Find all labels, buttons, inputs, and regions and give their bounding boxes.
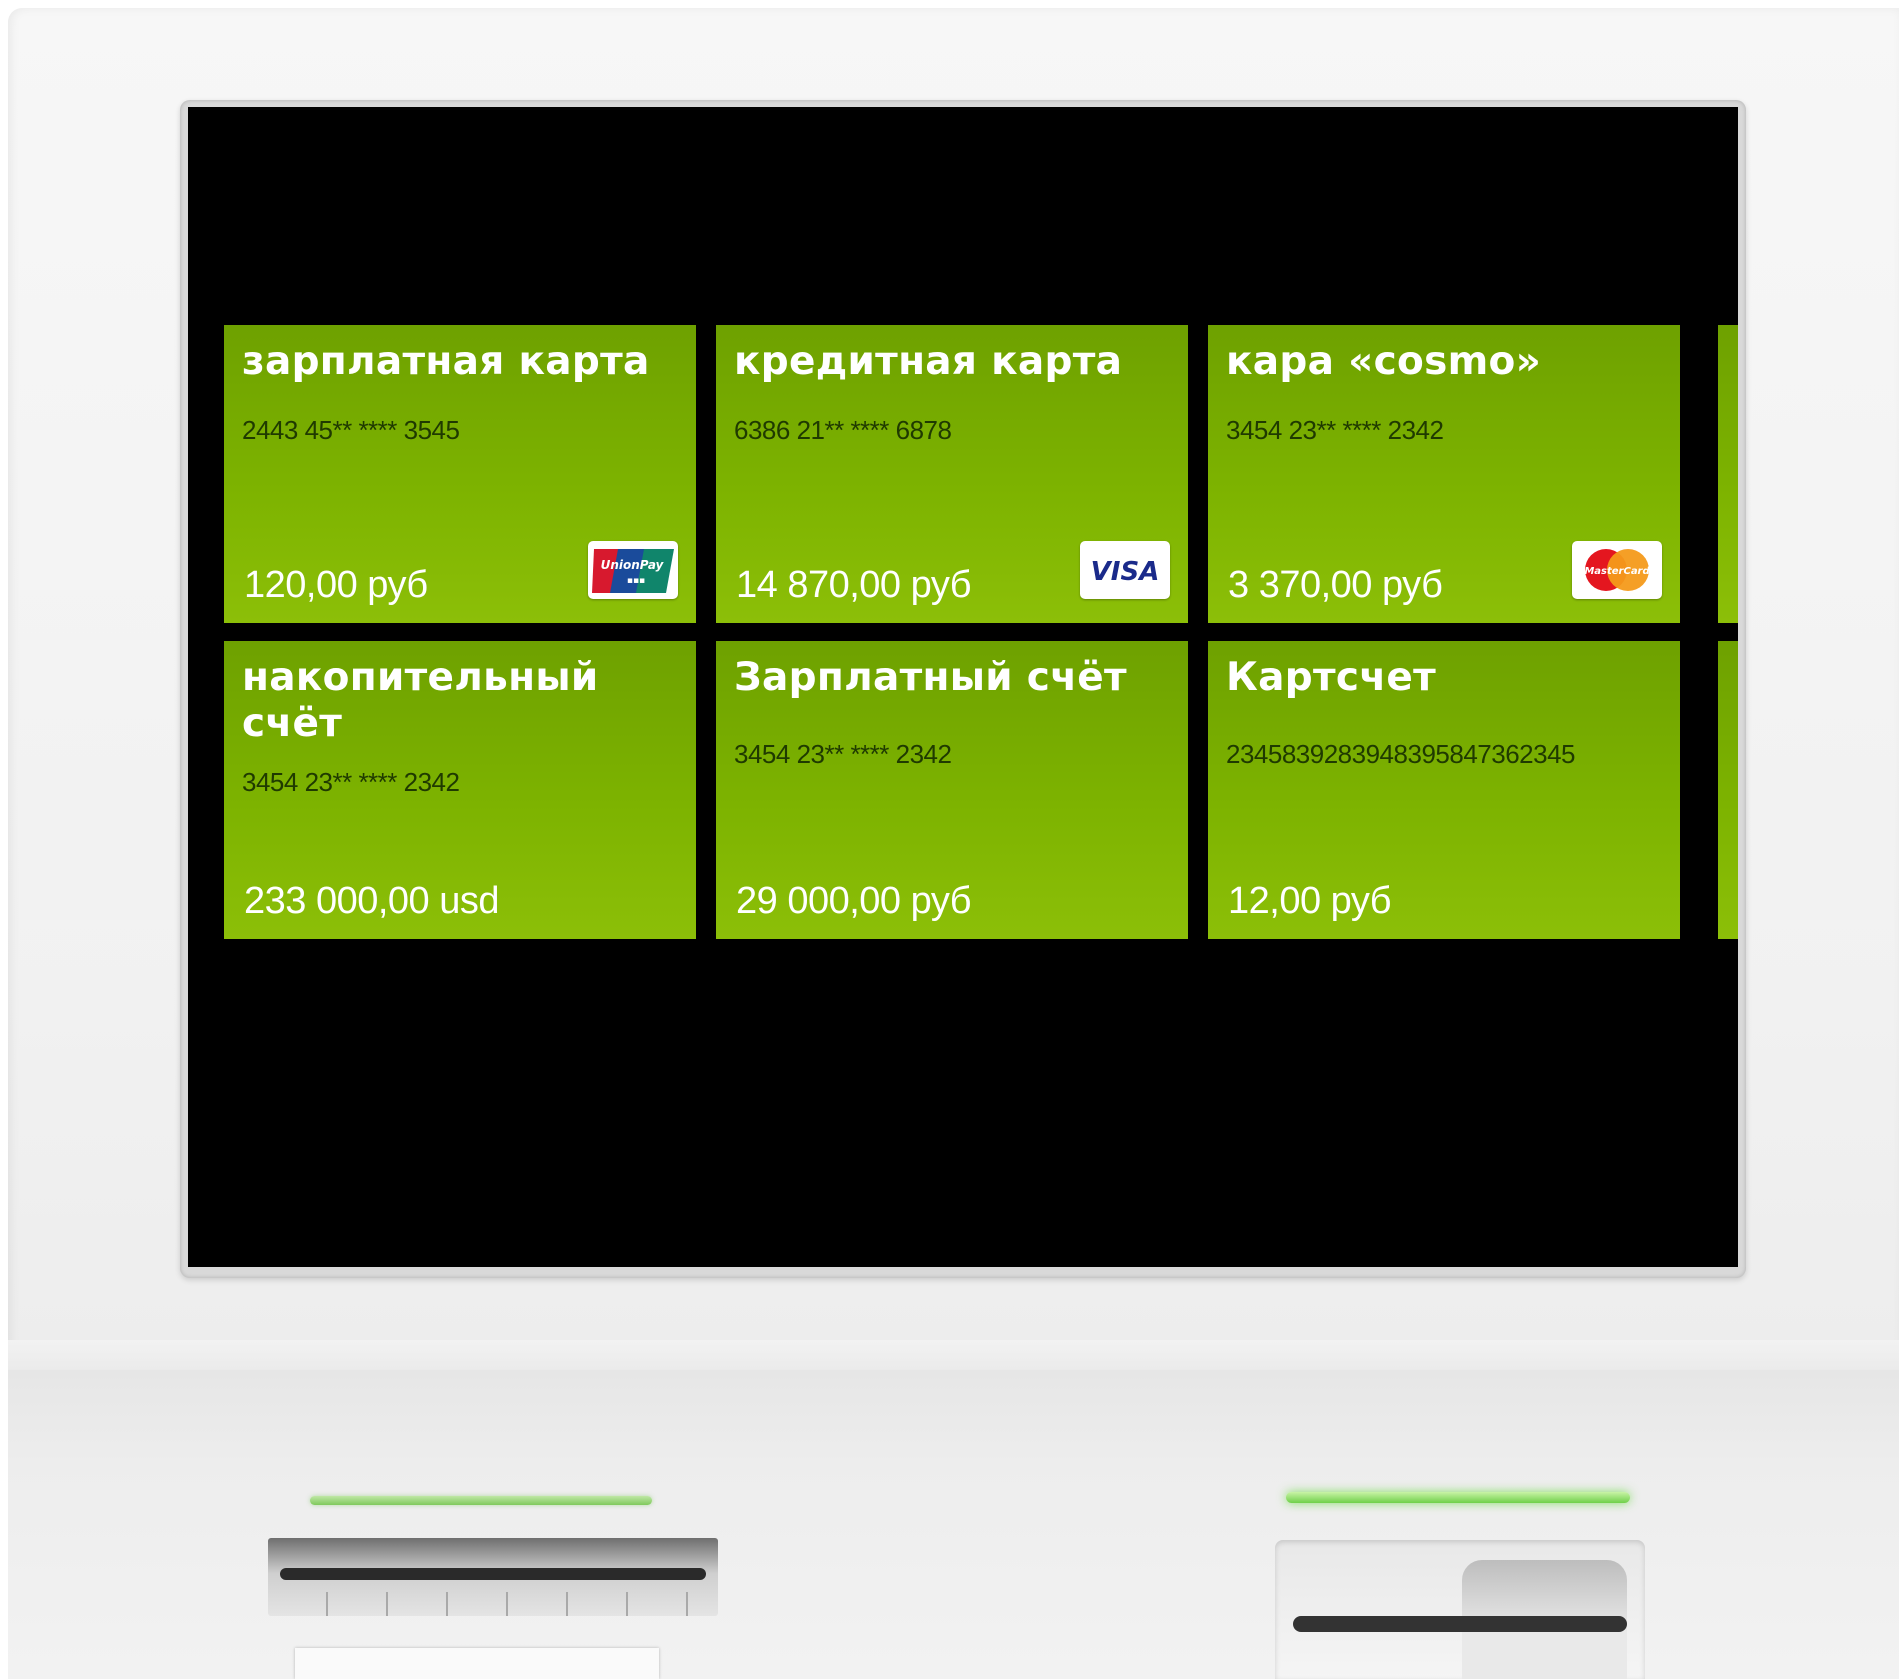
account-number: 2443 45** **** 3545 <box>242 415 460 445</box>
svg-text:MasterCard: MasterCard <box>1584 566 1650 577</box>
account-tile-savings[interactable]: накопительный счёт 3454 23** **** 2342 2… <box>224 641 696 939</box>
account-balance: 12,00 руб <box>1228 880 1392 922</box>
account-title: кара «cosmo» <box>1226 339 1542 384</box>
account-balance: 3 370,00 руб <box>1228 564 1443 606</box>
account-balance: 120,00 руб <box>244 564 428 606</box>
account-title: зарплатная карта <box>242 339 650 384</box>
receipt-printer-slot <box>268 1538 718 1616</box>
account-number: 6386 21** **** 6878 <box>734 415 952 445</box>
account-tile-card-account[interactable]: Картсчет 2345839283948395847362345 12,00… <box>1208 641 1680 939</box>
account-title: накопительный счёт <box>242 655 599 746</box>
unionpay-icon: UnionPay ▪▪▪ <box>588 541 678 599</box>
account-title: Картсчет <box>1226 655 1437 700</box>
touch-screen: зарплатная карта 2443 45** **** 3545 120… <box>188 107 1738 1267</box>
account-number: 3454 23** **** 2342 <box>242 767 460 797</box>
account-number: 3454 23** **** 2342 <box>734 739 952 769</box>
account-title: Зарплатный счёт <box>734 655 1127 700</box>
account-balance: 233 000,00 usd <box>244 880 500 922</box>
next-page-tile-peek[interactable] <box>1718 325 1738 623</box>
account-title: кредитная карта <box>734 339 1123 384</box>
visa-icon: VISA <box>1080 541 1170 599</box>
account-number: 2345839283948395847362345 <box>1226 739 1576 769</box>
svg-text:VISA: VISA <box>1091 557 1160 587</box>
card-reader[interactable] <box>1275 1540 1645 1679</box>
mastercard-icon: MasterCard <box>1572 541 1662 599</box>
svg-text:▪▪▪: ▪▪▪ <box>627 576 645 586</box>
account-number: 3454 23** **** 2342 <box>1226 415 1444 445</box>
svg-text:UnionPay: UnionPay <box>601 558 665 572</box>
printer-indicator-light <box>310 1496 652 1505</box>
card-reader-indicator-light <box>1286 1492 1630 1503</box>
account-balance: 14 870,00 руб <box>736 564 972 606</box>
next-page-tile-peek[interactable] <box>1718 641 1738 939</box>
card-slot[interactable] <box>1293 1616 1627 1632</box>
account-tile-credit-card[interactable]: кредитная карта 6386 21** **** 6878 14 8… <box>716 325 1188 623</box>
printer-gap <box>280 1568 706 1580</box>
printer-grille <box>268 1592 718 1616</box>
account-balance: 29 000,00 руб <box>736 880 972 922</box>
account-tile-cosmo-card[interactable]: кара «cosmo» 3454 23** **** 2342 3 370,0… <box>1208 325 1680 623</box>
account-tile-salary-account[interactable]: Зарплатный счёт 3454 23** **** 2342 29 0… <box>716 641 1188 939</box>
account-tile-salary-card[interactable]: зарплатная карта 2443 45** **** 3545 120… <box>224 325 696 623</box>
receipt-paper[interactable] <box>295 1648 659 1679</box>
